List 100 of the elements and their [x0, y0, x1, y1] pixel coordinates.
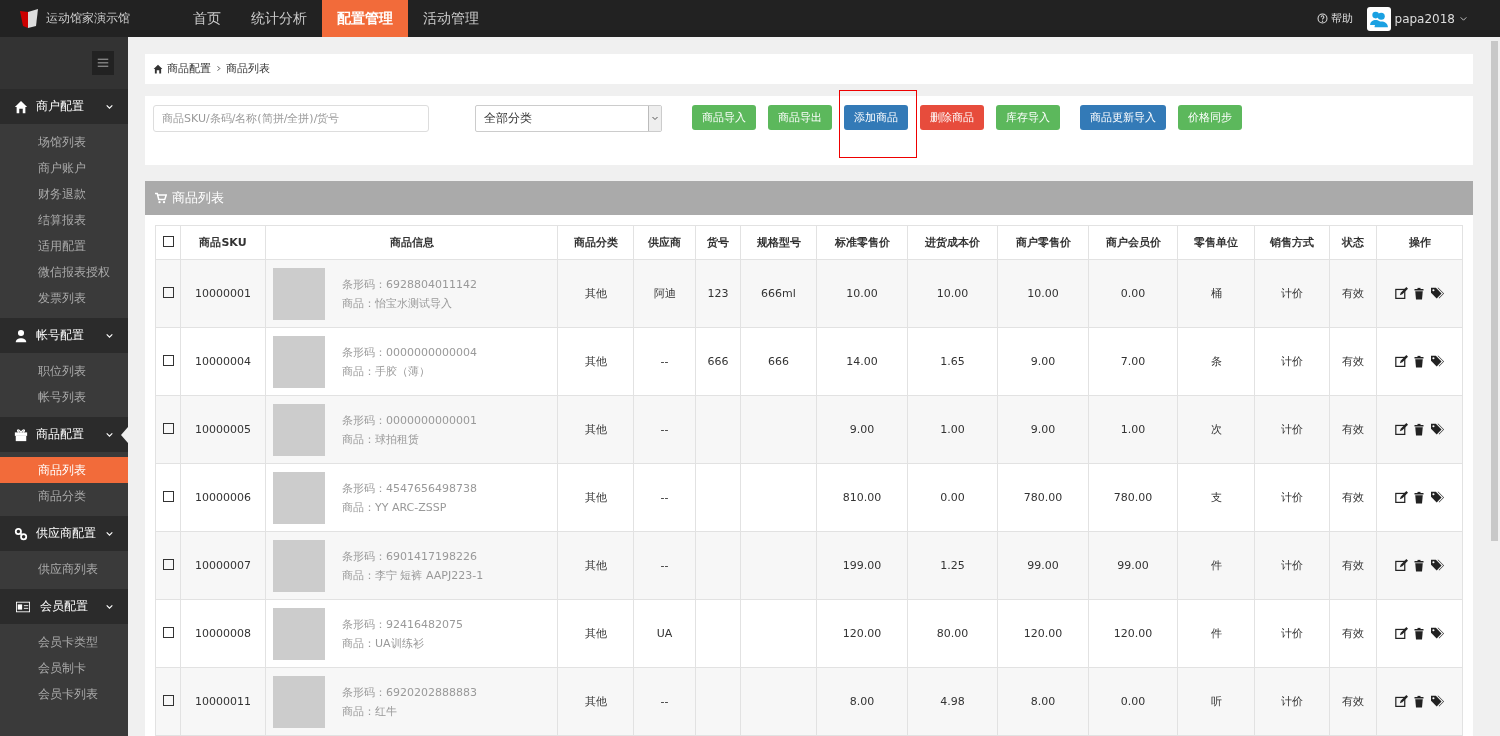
- logo-icon: [18, 7, 40, 30]
- trash-icon: [1412, 491, 1425, 504]
- sidebar-group[interactable]: 供应商配置: [0, 516, 128, 551]
- help-link[interactable]: 帮助: [1330, 11, 1353, 26]
- edit-button[interactable]: [1394, 559, 1408, 572]
- sidebar-item[interactable]: 财务退款: [0, 181, 128, 207]
- delete-button[interactable]: [1412, 355, 1425, 368]
- edit-button[interactable]: [1394, 627, 1408, 640]
- breadcrumb-item: 商品列表: [226, 61, 270, 77]
- sidebar-item[interactable]: 商品列表: [0, 457, 128, 483]
- sidebar-item[interactable]: 帐号列表: [0, 384, 128, 410]
- sidebar-group[interactable]: 帐号配置: [0, 318, 128, 353]
- sidebar-item[interactable]: 供应商列表: [0, 556, 128, 582]
- tags-button[interactable]: [1429, 287, 1445, 300]
- delete-button[interactable]: [1412, 287, 1425, 300]
- table-cell: --: [633, 531, 696, 600]
- sidebar-group[interactable]: 商户配置: [0, 89, 128, 124]
- tags-icon: [1429, 355, 1445, 368]
- sidebar-item[interactable]: 适用配置: [0, 233, 128, 259]
- sidebar-item[interactable]: 会员卡列表: [0, 681, 128, 707]
- row-checkbox[interactable]: [162, 286, 174, 298]
- table-cell: 计价: [1254, 327, 1330, 396]
- column-header: 状态: [1329, 225, 1377, 260]
- table-cell: 计价: [1254, 395, 1330, 464]
- nav-tab[interactable]: 活动管理: [408, 0, 494, 37]
- toolbar-button[interactable]: 添加商品: [844, 104, 908, 130]
- trash-icon: [1412, 355, 1425, 368]
- tags-button[interactable]: [1429, 559, 1445, 572]
- sidebar-item[interactable]: 微信报表授权: [0, 259, 128, 285]
- table-cell: 80.00: [907, 599, 998, 668]
- table-cell: 10000001: [180, 259, 266, 328]
- row-checkbox[interactable]: [162, 626, 174, 638]
- table-cell: 1.65: [907, 327, 998, 396]
- sidebar-group[interactable]: 会员配置: [0, 589, 128, 624]
- barcode-text: 条形码：0000000000001: [342, 412, 477, 428]
- scrollbar[interactable]: [1489, 37, 1500, 736]
- edit-button[interactable]: [1394, 287, 1408, 300]
- sidebar-item[interactable]: 会员制卡: [0, 655, 128, 681]
- row-checkbox[interactable]: [162, 490, 174, 502]
- tags-button[interactable]: [1429, 491, 1445, 504]
- toolbar-button[interactable]: 商品更新导入: [1080, 104, 1166, 130]
- column-header: 标准零售价: [816, 225, 908, 260]
- tags-button[interactable]: [1429, 423, 1445, 436]
- table-cell: 条: [1177, 327, 1255, 396]
- chevron-down-icon: [105, 102, 114, 111]
- table-cell: 199.00: [816, 531, 908, 600]
- sidebar-item[interactable]: 职位列表: [0, 358, 128, 384]
- row-checkbox[interactable]: [162, 694, 174, 706]
- row-checkbox[interactable]: [162, 354, 174, 366]
- chevron-down-icon: [105, 602, 114, 611]
- search-field[interactable]: 商品SKU/条码/名称(简拼/全拼)/货号: [153, 104, 429, 132]
- edit-icon: [1394, 695, 1408, 708]
- panel-header: 商品列表: [145, 181, 1473, 215]
- breadcrumb-item[interactable]: 商品配置: [167, 61, 211, 77]
- table-cell: 件: [1177, 599, 1255, 668]
- sidebar-item[interactable]: 结算报表: [0, 207, 128, 233]
- table-cell: --: [633, 667, 696, 736]
- column-header: 规格型号: [740, 225, 817, 260]
- tags-button[interactable]: [1429, 355, 1445, 368]
- delete-button[interactable]: [1412, 423, 1425, 436]
- table-cell: 120.00: [997, 599, 1089, 668]
- nav-tab[interactable]: 统计分析: [236, 0, 322, 37]
- table-cell: [695, 599, 741, 668]
- menu-button[interactable]: [92, 51, 114, 75]
- row-checkbox[interactable]: [162, 558, 174, 570]
- tags-button[interactable]: [1429, 627, 1445, 640]
- table-cell: 9.00: [997, 395, 1089, 464]
- toolbar-button[interactable]: 删除商品: [920, 104, 984, 130]
- sidebar-item[interactable]: 发票列表: [0, 285, 128, 311]
- nav-tab[interactable]: 首页: [178, 0, 236, 37]
- table-cell: 其他: [557, 327, 634, 396]
- table-cell: 9.00: [816, 395, 908, 464]
- delete-button[interactable]: [1412, 695, 1425, 708]
- photo-placeholder: [273, 335, 325, 388]
- table-cell: 666: [740, 327, 817, 396]
- delete-button[interactable]: [1412, 559, 1425, 572]
- edit-icon: [1394, 287, 1408, 300]
- barcode-text: 条形码：92416482075: [342, 616, 463, 632]
- select-all-checkbox[interactable]: [162, 235, 174, 247]
- edit-button[interactable]: [1394, 355, 1408, 368]
- chevron-down-icon: [1459, 14, 1468, 23]
- cart-icon: [155, 192, 167, 204]
- sidebar-item[interactable]: 会员卡类型: [0, 629, 128, 655]
- sidebar-item[interactable]: 场馆列表: [0, 129, 128, 155]
- sidebar-group[interactable]: 商品配置: [0, 417, 128, 452]
- delete-button[interactable]: [1412, 491, 1425, 504]
- row-checkbox[interactable]: [162, 422, 174, 434]
- edit-button[interactable]: [1394, 491, 1408, 504]
- nav-tab[interactable]: 配置管理: [322, 0, 408, 37]
- sidebar-item[interactable]: 商品分类: [0, 483, 128, 509]
- tags-button[interactable]: [1429, 695, 1445, 708]
- user-name[interactable]: papa2018: [1394, 11, 1455, 26]
- gift-icon: [14, 427, 28, 442]
- sidebar-item[interactable]: 商户账户: [0, 155, 128, 181]
- table-cell: 计价: [1254, 531, 1330, 600]
- category-select[interactable]: 全部分类: [475, 104, 662, 132]
- edit-button[interactable]: [1394, 423, 1408, 436]
- edit-button[interactable]: [1394, 695, 1408, 708]
- delete-button[interactable]: [1412, 627, 1425, 640]
- table-cell: 其他: [557, 667, 634, 736]
